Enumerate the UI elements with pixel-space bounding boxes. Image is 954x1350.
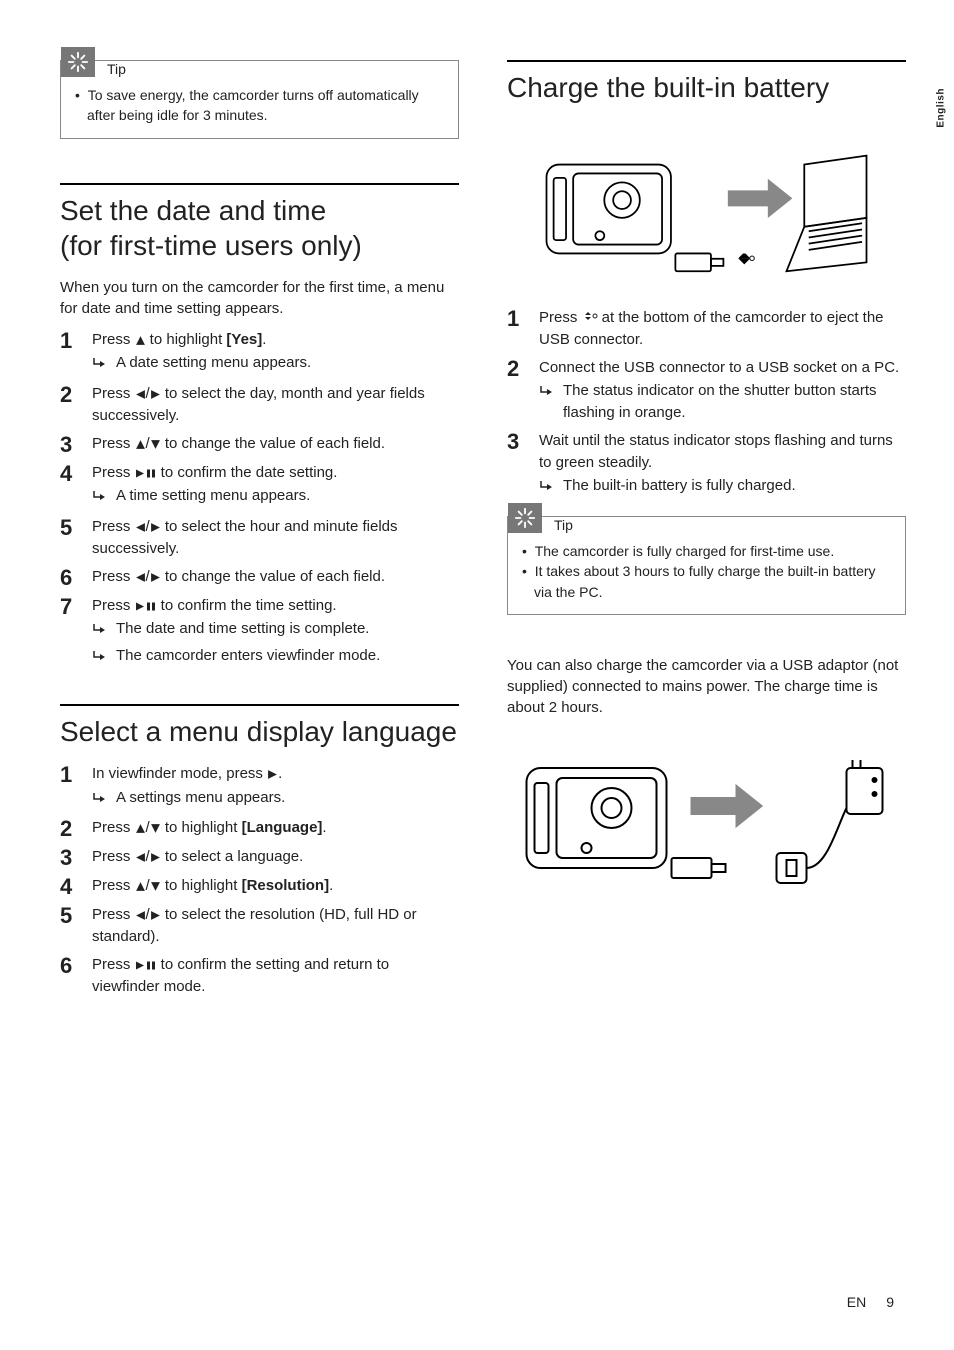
step-result: The built-in battery is fully charged. [539,475,906,500]
step-number: 2 [60,817,78,840]
step-number: 4 [60,462,78,511]
step-number: 2 [507,357,525,424]
footer-page: 9 [886,1294,894,1310]
step-item: 5Press / to select the hour and minute f… [60,516,459,560]
step-item: 2Press / to highlight [Language]. [60,817,459,840]
step-item: 6Press / to change the value of each fie… [60,566,459,589]
tip-box-charge: Tip The camcorder is fully charged for f… [507,516,906,615]
step-item: 2Connect the USB connector to a USB sock… [507,357,906,424]
right-column: Charge the built-in battery [507,60,906,1310]
step-number: 2 [60,383,78,427]
tip-item: The camcorder is fully charged for first… [534,541,893,561]
steps-charge: 1Press at the bottom of the camcorder to… [507,307,906,506]
step-result: The status indicator on the shutter butt… [539,380,906,424]
result-arrow-icon [92,621,108,643]
step-number: 3 [60,846,78,869]
steps-language: 1In viewfinder mode, press .A settings m… [60,763,459,1004]
step-item: 1In viewfinder mode, press .A settings m… [60,763,459,812]
intro-datetime: When you turn on the camcorder for the f… [60,277,459,319]
step-item: 1Press to highlight [Yes].A date setting… [60,329,459,378]
result-arrow-icon [92,488,108,510]
step-item: 3Press / to change the value of each fie… [60,433,459,456]
step-number: 1 [60,329,78,378]
step-item: 7Press to confirm the time setting.The d… [60,595,459,670]
step-item: 4Press to confirm the date setting.A tim… [60,462,459,511]
step-item: 5Press / to select the resolution (HD, f… [60,904,459,948]
result-arrow-icon [92,790,108,812]
step-number: 6 [60,566,78,589]
tip-item: To save energy, the camcorder turns off … [87,85,446,126]
step-item: 1Press at the bottom of the camcorder to… [507,307,906,351]
section-title-datetime: Set the date and time (for first-time us… [60,183,459,263]
step-item: 3Wait until the status indicator stops f… [507,430,906,500]
step-item: 4Press / to highlight [Resolution]. [60,875,459,898]
steps-datetime: 1Press to highlight [Yes].A date setting… [60,329,459,676]
result-arrow-icon [92,648,108,670]
page-footer: EN 9 [847,1294,894,1310]
step-number: 3 [507,430,525,500]
step-result: A date setting menu appears. [92,352,459,377]
tip-icon [508,503,542,533]
result-arrow-icon [539,478,555,500]
illustration-camcorder-adaptor [507,738,906,898]
footer-lang: EN [847,1294,866,1310]
step-number: 7 [60,595,78,670]
step-number: 4 [60,875,78,898]
tip-item: It takes about 3 hours to fully charge t… [534,561,893,602]
section-title-charge: Charge the built-in battery [507,60,906,105]
step-result: A time setting menu appears. [92,485,459,510]
result-arrow-icon [539,383,555,424]
step-item: 3Press / to select a language. [60,846,459,869]
step-number: 6 [60,954,78,998]
language-tab: English [936,88,947,128]
tip-label: Tip [554,517,573,533]
step-number: 5 [60,516,78,560]
result-arrow-icon [92,355,108,377]
tip-label: Tip [107,61,126,77]
illustration-camcorder-laptop [507,129,906,289]
tip-box-energy: Tip To save energy, the camcorder turns … [60,60,459,139]
step-number: 1 [507,307,525,351]
left-column: Tip To save energy, the camcorder turns … [60,60,459,1310]
step-item: 2Press / to select the day, month and ye… [60,383,459,427]
step-item: 6Press to confirm the setting and return… [60,954,459,998]
step-number: 5 [60,904,78,948]
step-result: The camcorder enters viewfinder mode. [92,645,459,670]
section-title-language: Select a menu display language [60,704,459,749]
step-number: 1 [60,763,78,812]
step-number: 3 [60,433,78,456]
step-result: The date and time setting is complete. [92,618,459,643]
tip-icon [61,47,95,77]
after-tip-text: You can also charge the camcorder via a … [507,655,906,718]
step-result: A settings menu appears. [92,787,459,812]
